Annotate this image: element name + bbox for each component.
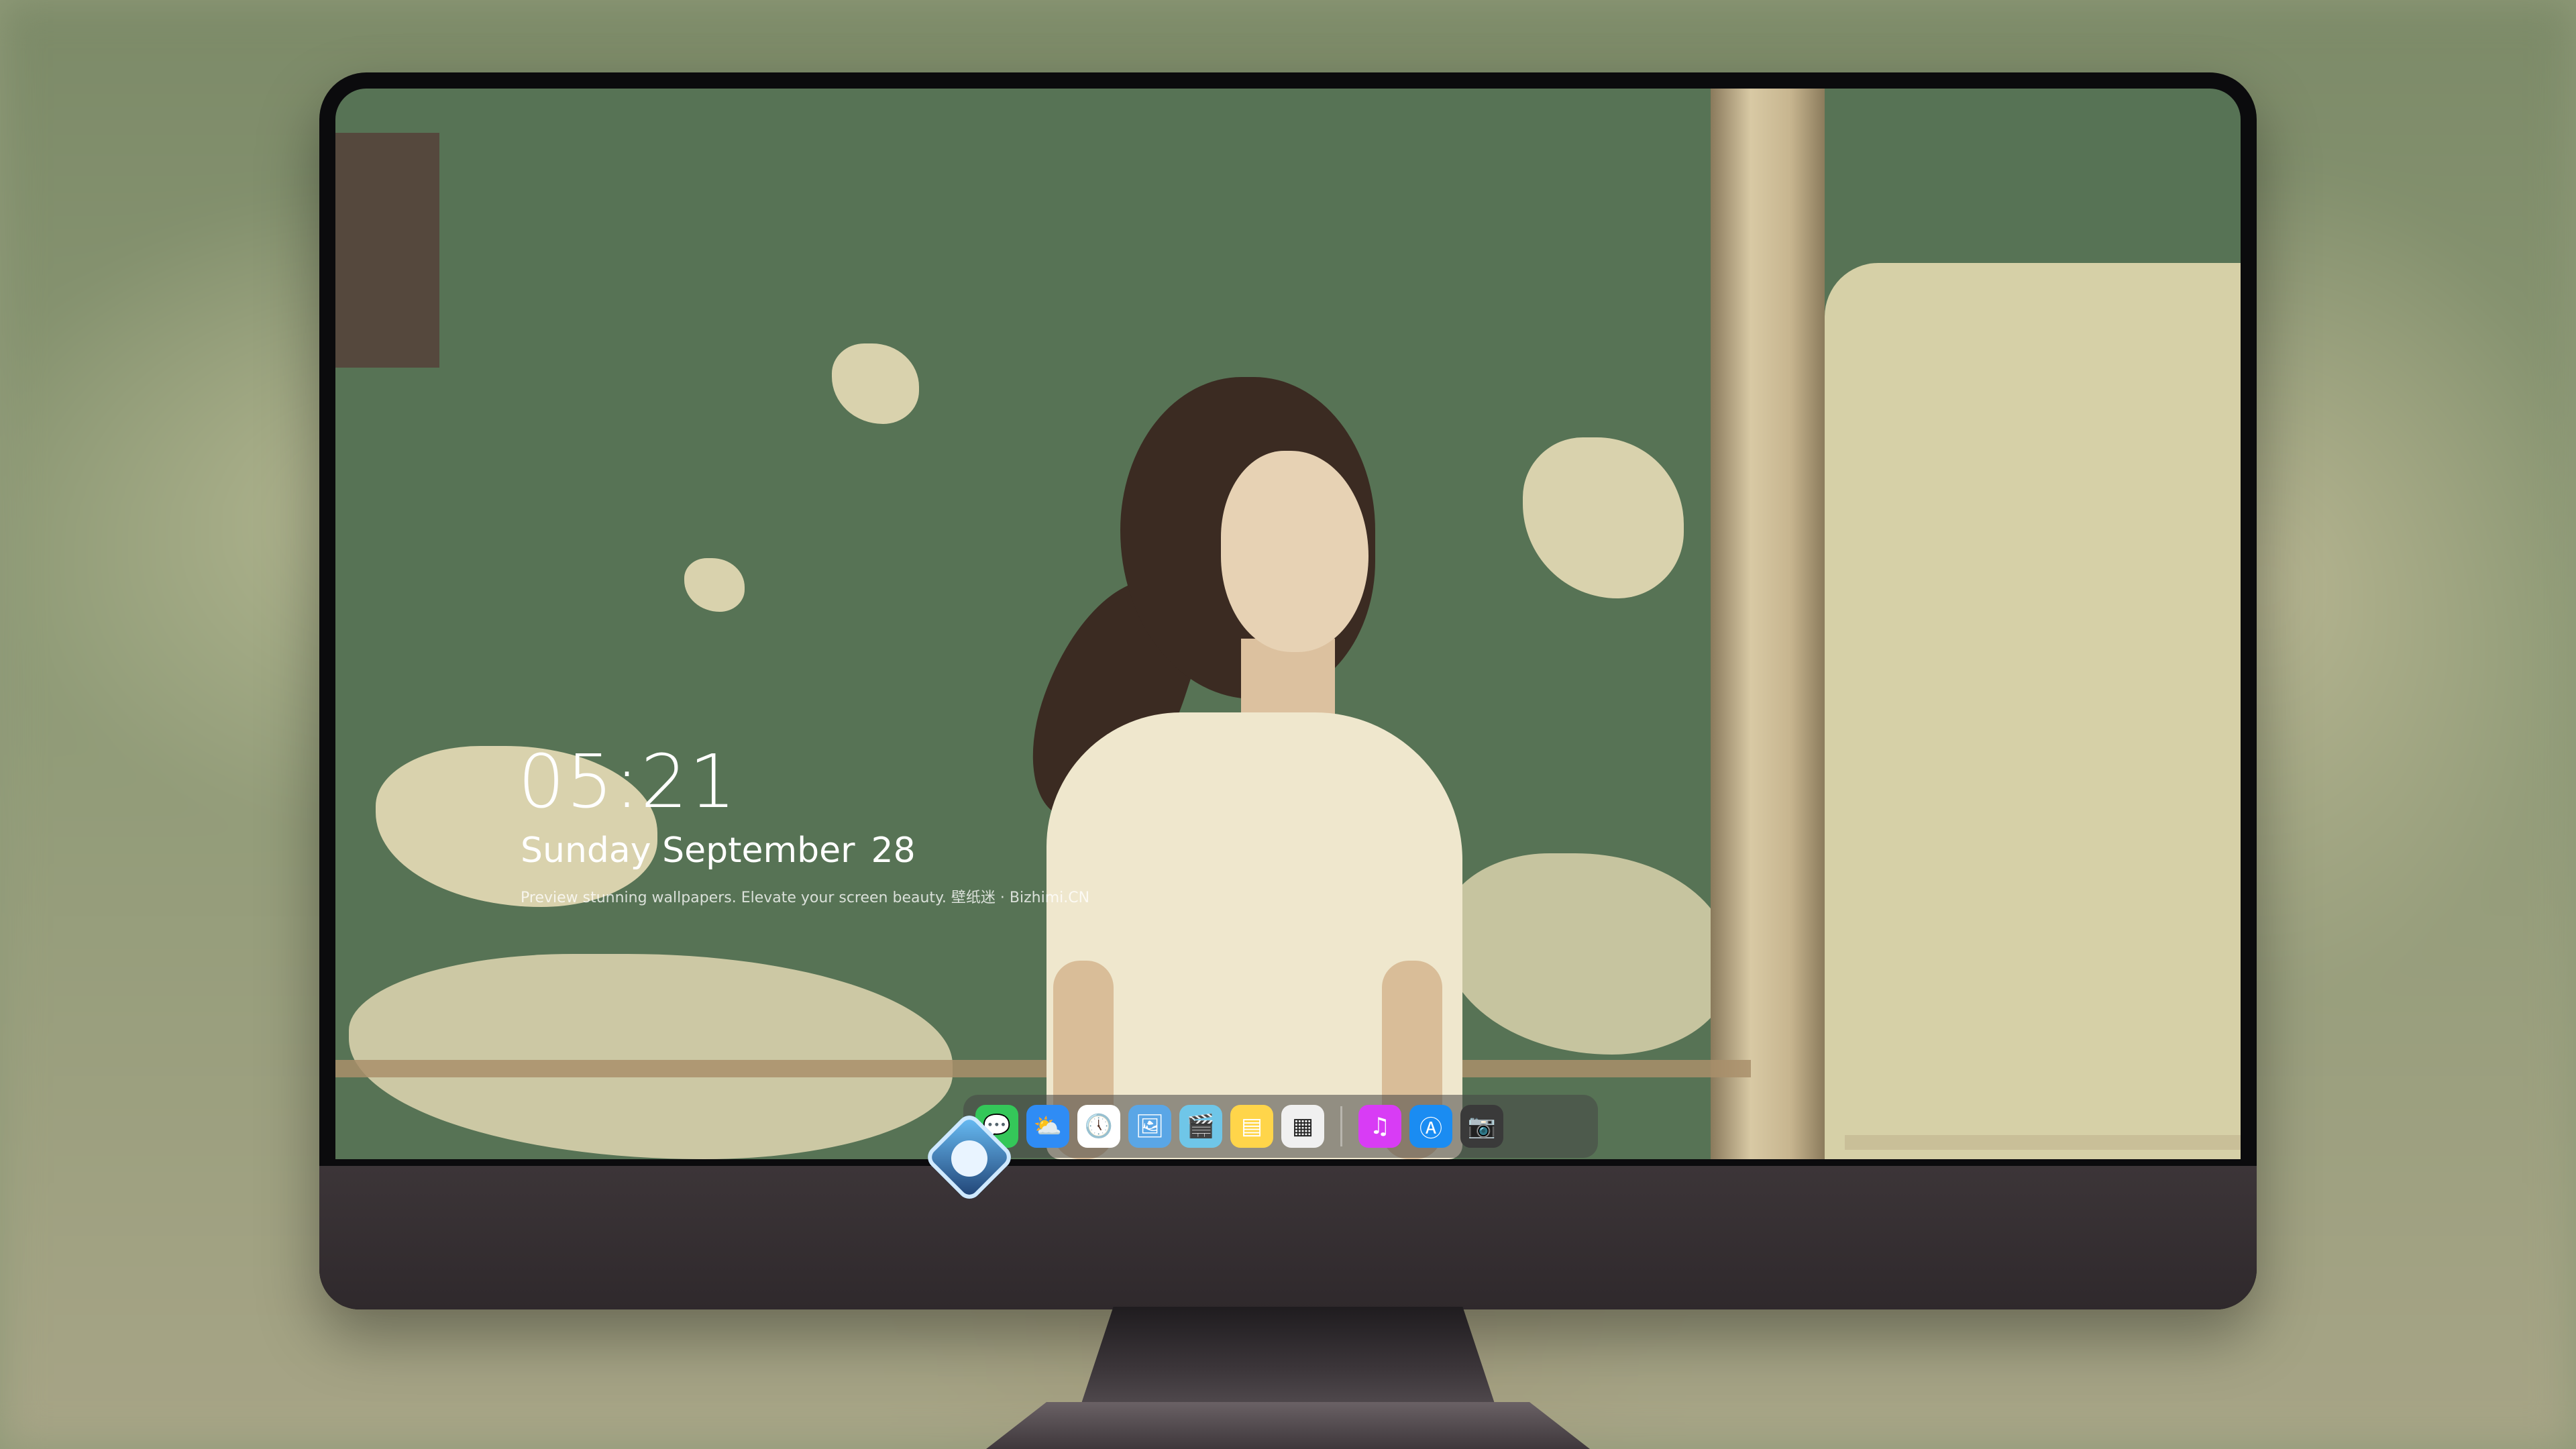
monitor-stand-base: [986, 1402, 1590, 1449]
lock-clock: 05:21: [518, 739, 738, 824]
camera-icon[interactable]: 📷: [1460, 1105, 1503, 1148]
music-icon[interactable]: ♫: [1358, 1105, 1401, 1148]
paint-patch: [684, 558, 745, 612]
paint-patch: [832, 343, 919, 424]
wall-light-section: [1825, 263, 2241, 1159]
lock-date: Sunday September 28: [521, 833, 916, 868]
video-clapper-icon[interactable]: 🎬: [1179, 1105, 1222, 1148]
wooden-pillar: [1711, 89, 1825, 1159]
wallpaper-tagline: Preview stunning wallpapers. Elevate you…: [521, 890, 1090, 906]
dock-separator: [1340, 1106, 1342, 1146]
paint-patch: [1523, 437, 1684, 598]
app-store-icon[interactable]: Ⓐ: [1409, 1105, 1452, 1148]
clock-icon[interactable]: 🕔: [1077, 1105, 1120, 1148]
brand-logo-mascot-icon: [951, 1140, 987, 1177]
monitor-chin: [319, 1166, 2257, 1309]
weather-icon[interactable]: ⛅: [1026, 1105, 1069, 1148]
photo-gallery-icon[interactable]: ▦: [1281, 1105, 1324, 1148]
monitor-stand-neck: [1080, 1307, 1496, 1407]
girl-illustration: [953, 290, 1489, 1159]
preview-icon[interactable]: 🖼: [1128, 1105, 1171, 1148]
lock-date-day: 28: [871, 830, 916, 871]
lock-screen: 05:21 Sunday September 28 Preview stunnin…: [335, 89, 2241, 1159]
imac-monitor: 05:21 Sunday September 28 Preview stunnin…: [319, 72, 2257, 1309]
window-frame: [1845, 1135, 2241, 1150]
lock-date-weekday-month: Sunday September: [521, 830, 855, 871]
paint-patch: [349, 954, 953, 1159]
notes-icon[interactable]: ▤: [1230, 1105, 1273, 1148]
wallpaper: [335, 89, 2241, 1159]
dock: 💬 ⛅ 🕔 🖼 🎬 ▤ ▦ ♫ Ⓐ 📷: [963, 1095, 1598, 1158]
wall-dark-panel: [335, 133, 439, 368]
